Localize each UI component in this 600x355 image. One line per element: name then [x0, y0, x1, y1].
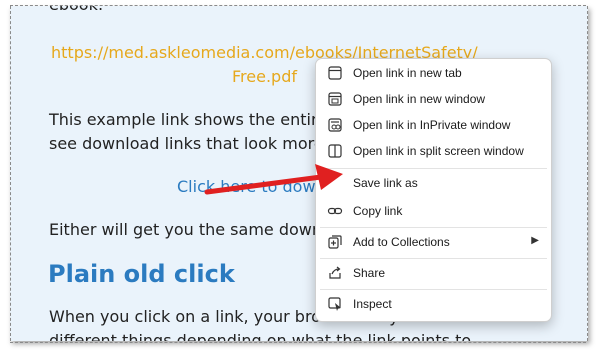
paragraph-line: Either will get you the same downlo	[49, 220, 337, 239]
split-screen-icon	[328, 144, 342, 158]
share-icon	[329, 266, 341, 279]
section-heading: Plain old click	[48, 260, 235, 288]
context-menu: Open link in new tab Open link in new wi…	[315, 58, 552, 322]
menu-item-open-new-window[interactable]: Open link in new window	[316, 87, 551, 111]
menu-separator	[320, 258, 547, 259]
menu-item-label: Copy link	[353, 204, 403, 218]
torn-edge-top	[10, 5, 586, 9]
menu-item-label: Open link in new tab	[353, 66, 462, 80]
menu-item-share[interactable]: Share	[316, 261, 551, 285]
menu-item-open-inprivate[interactable]: Open link in InPrivate window	[316, 113, 551, 137]
new-tab-icon	[328, 66, 342, 80]
menu-item-add-to-collections[interactable]: Add to Collections ▶	[316, 230, 551, 254]
menu-item-copy-link[interactable]: Copy link	[316, 199, 551, 223]
menu-separator	[320, 168, 547, 169]
inprivate-icon	[328, 118, 342, 132]
paragraph-line: see download links that look more	[49, 134, 324, 153]
menu-item-label: Save link as	[353, 176, 418, 190]
inspect-icon	[328, 297, 341, 311]
menu-separator	[320, 289, 547, 290]
menu-item-label: Open link in new window	[353, 92, 486, 106]
paragraph-line: This example link shows the entire	[49, 110, 328, 129]
link-icon	[327, 207, 343, 215]
annotation-arrow-icon	[204, 164, 343, 195]
menu-item-open-split-screen[interactable]: Open link in split screen window	[316, 139, 551, 163]
menu-item-label: Share	[353, 266, 386, 280]
menu-item-open-new-tab[interactable]: Open link in new tab	[316, 61, 551, 85]
collections-icon	[328, 235, 342, 249]
menu-item-label: Add to Collections	[353, 235, 450, 249]
chevron-right-icon: ▶	[531, 235, 539, 246]
menu-item-label: Inspect	[353, 297, 392, 311]
menu-separator	[320, 227, 547, 228]
screenshot-frame: ebook: https://med.askleomedia.com/ebook…	[10, 6, 588, 341]
torn-edge-bottom	[10, 339, 586, 343]
new-window-icon	[328, 92, 342, 106]
ebook-link-line2[interactable]: Free.pdf	[232, 66, 297, 88]
menu-item-label: Open link in InPrivate window	[353, 118, 511, 132]
menu-item-save-link-as[interactable]: Save link as	[316, 171, 551, 195]
menu-item-inspect[interactable]: Inspect	[316, 292, 551, 316]
menu-item-label: Open link in split screen window	[353, 144, 524, 158]
